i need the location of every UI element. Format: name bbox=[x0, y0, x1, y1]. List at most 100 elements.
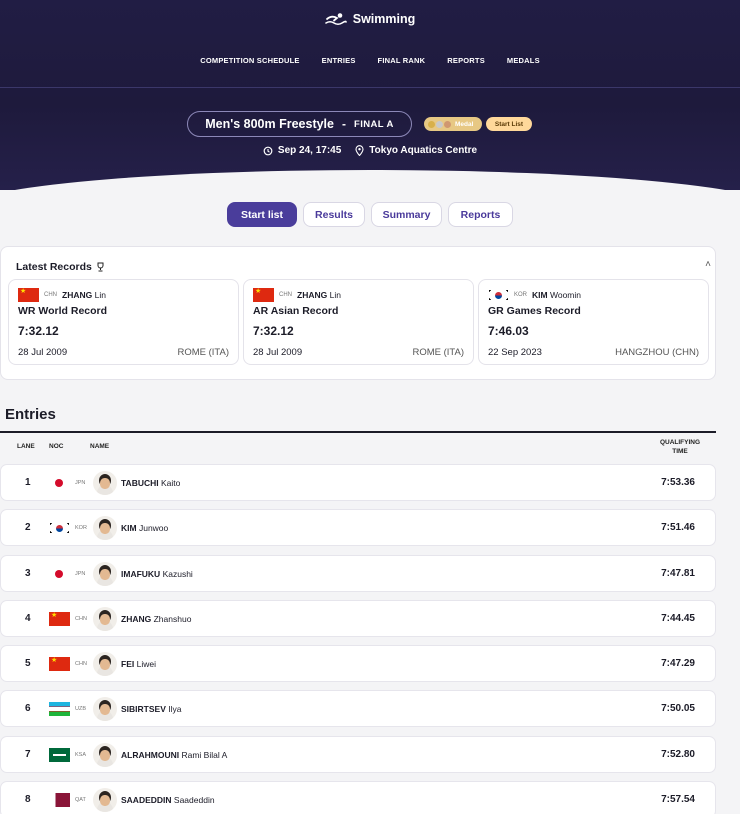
table-row[interactable]: 8 QAT SAADEDDIN Saadeddin 7:57.54 bbox=[0, 781, 716, 814]
event-venue: Tokyo Aquatics Centre bbox=[355, 145, 477, 156]
record-time: 7:32.12 bbox=[253, 324, 294, 338]
tab-summary[interactable]: Summary bbox=[371, 202, 442, 227]
athlete-name[interactable]: ALRAHMOUNI Rami Bilal A bbox=[121, 750, 227, 760]
nav-competition-schedule[interactable]: COMPETITION SCHEDULE bbox=[200, 56, 299, 65]
flag-chn-icon bbox=[18, 288, 39, 302]
athlete-avatar bbox=[93, 697, 117, 721]
table-row[interactable]: 2 KOR KIM Junwoo 7:51.46 bbox=[0, 509, 716, 546]
brand[interactable]: Swimming bbox=[0, 12, 740, 26]
table-row[interactable]: 7 KSA ALRAHMOUNI Rami Bilal A 7:52.80 bbox=[0, 736, 716, 773]
chevron-up-icon[interactable]: ˄ bbox=[705, 259, 711, 270]
column-header-qualifying-time: QUALIFYING TIME bbox=[650, 438, 710, 456]
brand-name: Swimming bbox=[352, 12, 416, 26]
flag-chn-icon bbox=[49, 657, 70, 671]
swimmer-icon bbox=[324, 13, 347, 26]
athlete-name[interactable]: ZHANG Zhanshuo bbox=[121, 614, 191, 624]
athlete-name[interactable]: TABUCHI Kaito bbox=[121, 478, 180, 488]
column-header-noc: NOC bbox=[49, 443, 64, 450]
record-noc: KOR bbox=[514, 292, 528, 298]
athlete-first-name: Kazushi bbox=[162, 568, 193, 579]
athlete-name[interactable]: FEI Liwei bbox=[121, 659, 156, 669]
nav-entries[interactable]: ENTRIES bbox=[322, 56, 356, 65]
event-header: Swimming COMPETITION SCHEDULE ENTRIES FI… bbox=[0, 0, 740, 190]
flag-uzb-icon bbox=[49, 702, 70, 716]
nav-final-rank[interactable]: FINAL RANK bbox=[378, 56, 426, 65]
gold-medal-icon bbox=[428, 120, 435, 128]
event-datetime-text: Sep 24, 17:45 bbox=[277, 145, 342, 156]
athlete-noc: QAT bbox=[75, 796, 86, 803]
column-header-qualifying: QUALIFYING bbox=[659, 439, 701, 446]
table-row[interactable]: 3 JPN IMAFUKU Kazushi 7:47.81 bbox=[0, 555, 716, 592]
athlete-noc: JPN bbox=[75, 570, 86, 577]
qualifying-time: 7:47.29 bbox=[661, 658, 695, 669]
tab-reports[interactable]: Reports bbox=[448, 202, 513, 227]
flag-jpn-icon bbox=[49, 567, 70, 581]
lane-number: 2 bbox=[25, 522, 31, 533]
lane-number: 6 bbox=[25, 703, 31, 714]
tab-start-list[interactable]: Start list bbox=[227, 202, 297, 227]
table-row[interactable]: 6 UZB SIBIRTSEV Ilya 7:50.05 bbox=[0, 690, 716, 727]
athlete-first-name: Liwei bbox=[136, 658, 156, 669]
athlete-noc: KSA bbox=[75, 751, 87, 758]
event-datetime: Sep 24, 17:45 bbox=[263, 145, 341, 156]
record-type: GR Games Record bbox=[488, 305, 581, 317]
event-venue-text: Tokyo Aquatics Centre bbox=[369, 145, 478, 156]
records-heading: Latest Records bbox=[16, 261, 105, 273]
lane-number: 7 bbox=[25, 749, 31, 760]
medal-badge-label: Medal bbox=[455, 120, 474, 128]
record-last-name: ZHANG bbox=[297, 290, 328, 300]
athlete-first-name: Junwoo bbox=[138, 522, 169, 533]
record-type: WR World Record bbox=[18, 305, 108, 317]
record-location: ROME (ITA) bbox=[177, 347, 229, 358]
record-noc: CHN bbox=[279, 292, 292, 298]
lane-number: 1 bbox=[25, 477, 31, 488]
table-row[interactable]: 4 CHN ZHANG Zhanshuo 7:44.45 bbox=[0, 600, 716, 637]
record-type: AR Asian Record bbox=[253, 305, 339, 317]
event-selector[interactable]: Men's 800m Freestyle - FINAL A bbox=[187, 111, 412, 137]
nav-medals[interactable]: MEDALS bbox=[507, 56, 540, 65]
record-card: CHN ZHANG Lin WR World Record 7:32.12 28… bbox=[8, 279, 239, 365]
column-header-time: TIME bbox=[672, 448, 688, 455]
location-pin-icon bbox=[355, 145, 364, 156]
athlete-last-name: KIM bbox=[121, 522, 137, 533]
athlete-noc: CHN bbox=[75, 660, 87, 667]
bronze-medal-icon bbox=[444, 120, 451, 128]
flag-jpn-icon bbox=[49, 476, 70, 490]
record-date: 28 Jul 2009 bbox=[18, 347, 68, 358]
table-row[interactable]: 1 JPN TABUCHI Kaito 7:53.36 bbox=[0, 464, 716, 501]
athlete-last-name: TABUCHI bbox=[121, 477, 159, 488]
athlete-last-name: IMAFUKU bbox=[121, 568, 161, 579]
athlete-first-name: Kaito bbox=[161, 477, 181, 488]
athlete-name[interactable]: SIBIRTSEV Ilya bbox=[121, 704, 181, 714]
qualifying-time: 7:52.80 bbox=[661, 749, 695, 760]
lane-number: 3 bbox=[25, 568, 31, 579]
clock-icon bbox=[263, 146, 273, 155]
athlete-last-name: ALRAHMOUNI bbox=[121, 749, 180, 760]
athlete-name[interactable]: SAADEDDIN Saadeddin bbox=[121, 795, 215, 805]
record-first-name: Lin bbox=[94, 290, 106, 300]
record-name: KIM Woomin bbox=[532, 290, 581, 300]
record-card: KOR KIM Woomin GR Games Record 7:46.03 2… bbox=[478, 279, 709, 365]
latest-records-panel: Latest Records ˄ CHN ZHANG Lin WR World … bbox=[0, 246, 716, 380]
record-athlete: CHN ZHANG Lin bbox=[253, 288, 341, 302]
entries-divider bbox=[0, 431, 716, 433]
record-card: CHN ZHANG Lin AR Asian Record 7:32.12 28… bbox=[243, 279, 474, 365]
trophy-icon bbox=[97, 262, 104, 272]
record-first-name: Lin bbox=[329, 290, 341, 300]
column-header-lane: LANE bbox=[17, 443, 35, 450]
table-row[interactable]: 5 CHN FEI Liwei 7:47.29 bbox=[0, 645, 716, 682]
athlete-noc: KOR bbox=[75, 524, 87, 531]
status-badge: Start List bbox=[486, 117, 532, 131]
tab-results[interactable]: Results bbox=[303, 202, 365, 227]
athlete-name[interactable]: IMAFUKU Kazushi bbox=[121, 569, 193, 579]
entries-title: Entries bbox=[5, 406, 56, 423]
record-location: HANGZHOU (CHN) bbox=[615, 347, 699, 358]
athlete-name[interactable]: KIM Junwoo bbox=[121, 523, 168, 533]
athlete-avatar bbox=[93, 516, 117, 540]
athlete-avatar bbox=[93, 471, 117, 495]
flag-qat-icon bbox=[49, 793, 70, 807]
header-divider bbox=[0, 87, 740, 88]
nav-reports[interactable]: REPORTS bbox=[447, 56, 485, 65]
flag-chn-icon bbox=[49, 612, 70, 626]
athlete-first-name: Saadeddin bbox=[173, 794, 215, 805]
